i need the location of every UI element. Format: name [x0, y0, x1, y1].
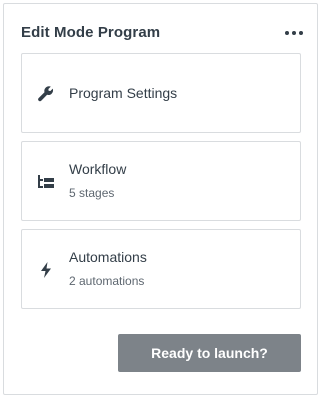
program-settings-card[interactable]: Program Settings — [21, 53, 301, 133]
card-sublabel: 5 stages — [69, 186, 115, 200]
automations-card[interactable]: Automations 2 automations — [21, 229, 301, 309]
dot — [285, 30, 289, 35]
card-label: Program Settings — [69, 85, 178, 101]
panel-title: Edit Mode Program — [21, 24, 161, 41]
card-sublabel: 2 automations — [69, 274, 145, 288]
ready-to-launch-button[interactable]: Ready to launch? — [118, 334, 301, 372]
workflow-card[interactable]: Workflow 5 stages — [21, 141, 301, 221]
dot — [299, 30, 303, 35]
workflow-icon — [37, 173, 55, 191]
dot — [292, 30, 296, 35]
card-label: Automations — [69, 249, 147, 265]
wrench-icon — [37, 85, 55, 103]
lightning-icon — [37, 261, 55, 279]
more-options-icon[interactable] — [283, 27, 305, 39]
edit-mode-panel: Edit Mode Program Program Settings Workf… — [3, 3, 318, 395]
panel-header: Edit Mode Program — [21, 24, 305, 41]
card-label: Workflow — [69, 161, 127, 177]
